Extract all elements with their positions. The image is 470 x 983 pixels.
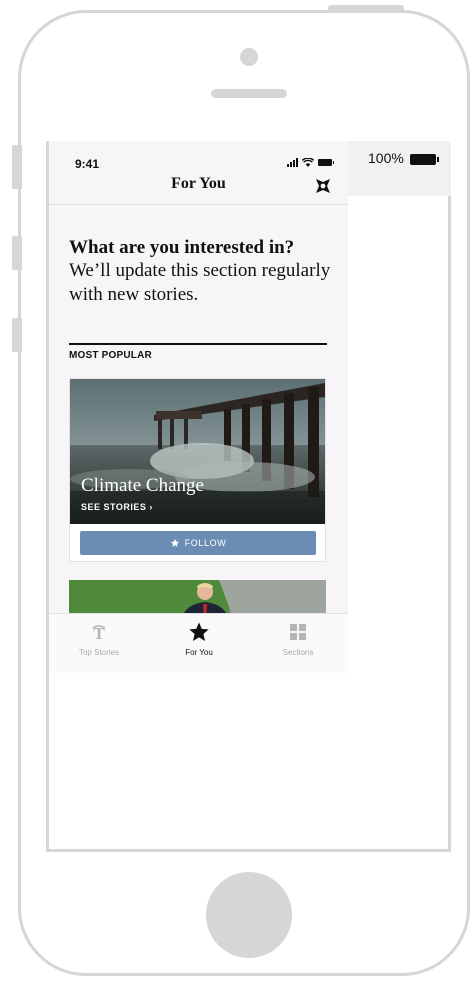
status-bar: 9:41 (49, 141, 348, 171)
nav-divider (49, 204, 348, 205)
os-battery-icon (410, 154, 439, 165)
page-title: For You (171, 175, 226, 192)
volume-up-button (12, 236, 22, 270)
power-button (328, 5, 404, 13)
nyt-logo-icon: T (92, 624, 106, 642)
topic-card[interactable]: Climate Change SEE STORIES › FOLLOW (69, 378, 326, 562)
tab-label: For You (185, 648, 213, 657)
follow-label: FOLLOW (184, 538, 227, 548)
star-icon (170, 538, 179, 547)
section-divider (69, 343, 327, 345)
follow-button[interactable]: FOLLOW (80, 531, 316, 555)
see-stories-link[interactable]: SEE STORIES › (81, 502, 153, 512)
tab-for-you[interactable]: For You (149, 614, 249, 673)
card-title: Climate Change (81, 475, 204, 496)
tab-sections[interactable]: Sections (248, 614, 348, 673)
cellular-signal-icon (287, 158, 298, 167)
battery-icon (318, 159, 334, 166)
intro-title: What are you interested in? (69, 237, 295, 258)
tab-label: Sections (282, 648, 314, 657)
home-button[interactable] (206, 872, 292, 958)
card-image: Climate Change SEE STORIES › (70, 379, 325, 524)
volume-down-button (12, 318, 22, 352)
status-time: 9:41 (75, 157, 100, 171)
intro-block: What are you interested in? We’ll update… (69, 236, 339, 307)
tab-label: Top Stories (78, 648, 120, 657)
star-icon (189, 622, 209, 641)
tab-top-stories[interactable]: T Top Stories (49, 614, 149, 673)
earpiece-speaker (211, 89, 287, 98)
tab-bar: T Top Stories For You Sections (49, 613, 348, 673)
settings-gear-icon[interactable] (314, 177, 332, 195)
intro-subtitle: We’ll update this section regularly with… (69, 260, 331, 305)
wifi-icon (302, 158, 314, 167)
grid-icon (290, 624, 306, 640)
section-label: MOST POPULAR (69, 350, 152, 361)
os-battery-percent: 100% (368, 150, 404, 166)
mute-switch (12, 145, 22, 189)
app-screen: 9:41 For You What are you interested in?… (49, 141, 348, 673)
front-camera (240, 48, 258, 66)
